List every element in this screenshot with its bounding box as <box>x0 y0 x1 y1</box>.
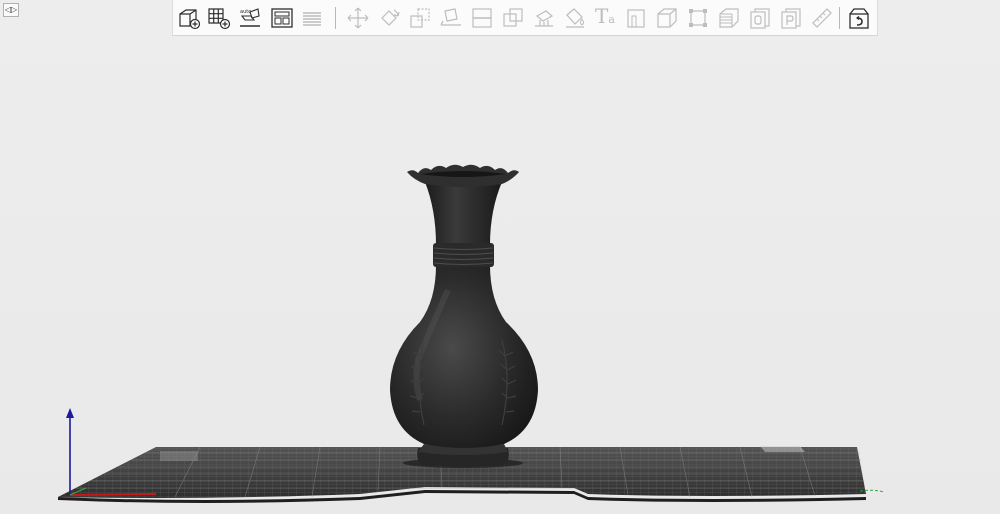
hollow-button[interactable] <box>654 5 680 31</box>
layers-icon <box>303 12 321 26</box>
layout-icon <box>271 8 293 28</box>
preview-button[interactable] <box>846 5 872 31</box>
toolbar-separator <box>839 7 840 29</box>
main-toolbar: auto Ta <box>172 0 878 36</box>
move-button[interactable] <box>345 5 371 31</box>
vase-model <box>390 164 538 468</box>
rotate-button[interactable] <box>376 5 402 31</box>
x-axis <box>69 492 157 497</box>
svg-text:auto: auto <box>240 9 251 15</box>
add-array-button[interactable] <box>206 5 232 31</box>
ruler-icon <box>812 8 832 28</box>
cut-icon <box>472 8 492 28</box>
preview-box-icon <box>849 8 869 29</box>
scale-icon <box>410 8 430 28</box>
auto-arrange-button[interactable]: auto <box>237 5 263 31</box>
paint-bucket-icon <box>566 8 584 28</box>
split-icon <box>503 8 523 27</box>
cube-plus-icon <box>179 9 201 30</box>
text-button[interactable]: Ta <box>592 4 618 31</box>
build-scene[interactable] <box>0 0 1000 514</box>
support-icon <box>535 10 554 27</box>
object-list-icon <box>750 8 770 29</box>
stacked-layers-icon <box>719 8 739 28</box>
slice-layers-button[interactable] <box>716 5 742 31</box>
panel-toggle-button[interactable]: ◁▷ <box>3 3 19 17</box>
z-axis-arrow <box>66 408 74 418</box>
split-button[interactable] <box>500 5 526 31</box>
hollow-cube-icon <box>657 8 677 28</box>
lay-flat-button[interactable] <box>438 5 464 31</box>
bounding-box-icon <box>689 9 707 27</box>
grid-plus-icon <box>208 8 231 30</box>
auto-place-icon: auto <box>240 8 260 27</box>
support-button[interactable] <box>531 5 557 31</box>
toolbar-separator <box>335 7 336 29</box>
measure-icon <box>627 9 645 28</box>
move-arrows-icon <box>347 7 369 29</box>
scale-button[interactable] <box>407 5 433 31</box>
bounding-box-button[interactable] <box>685 5 711 31</box>
ruler-button[interactable] <box>809 5 835 31</box>
text-icon: Ta <box>595 4 615 28</box>
object-list-button[interactable] <box>747 5 773 31</box>
plate-icon <box>781 8 801 29</box>
rotate-icon <box>381 9 400 26</box>
lay-flat-icon <box>440 8 461 26</box>
add-model-button[interactable] <box>176 5 202 31</box>
measure-button[interactable] <box>623 5 649 31</box>
layers-button[interactable] <box>299 5 325 31</box>
plate-button[interactable] <box>778 5 804 31</box>
cut-button[interactable] <box>469 5 495 31</box>
layout-button[interactable] <box>269 5 295 31</box>
3d-viewport[interactable]: ◁▷ auto Ta <box>0 0 1000 514</box>
paint-button[interactable] <box>562 5 588 31</box>
